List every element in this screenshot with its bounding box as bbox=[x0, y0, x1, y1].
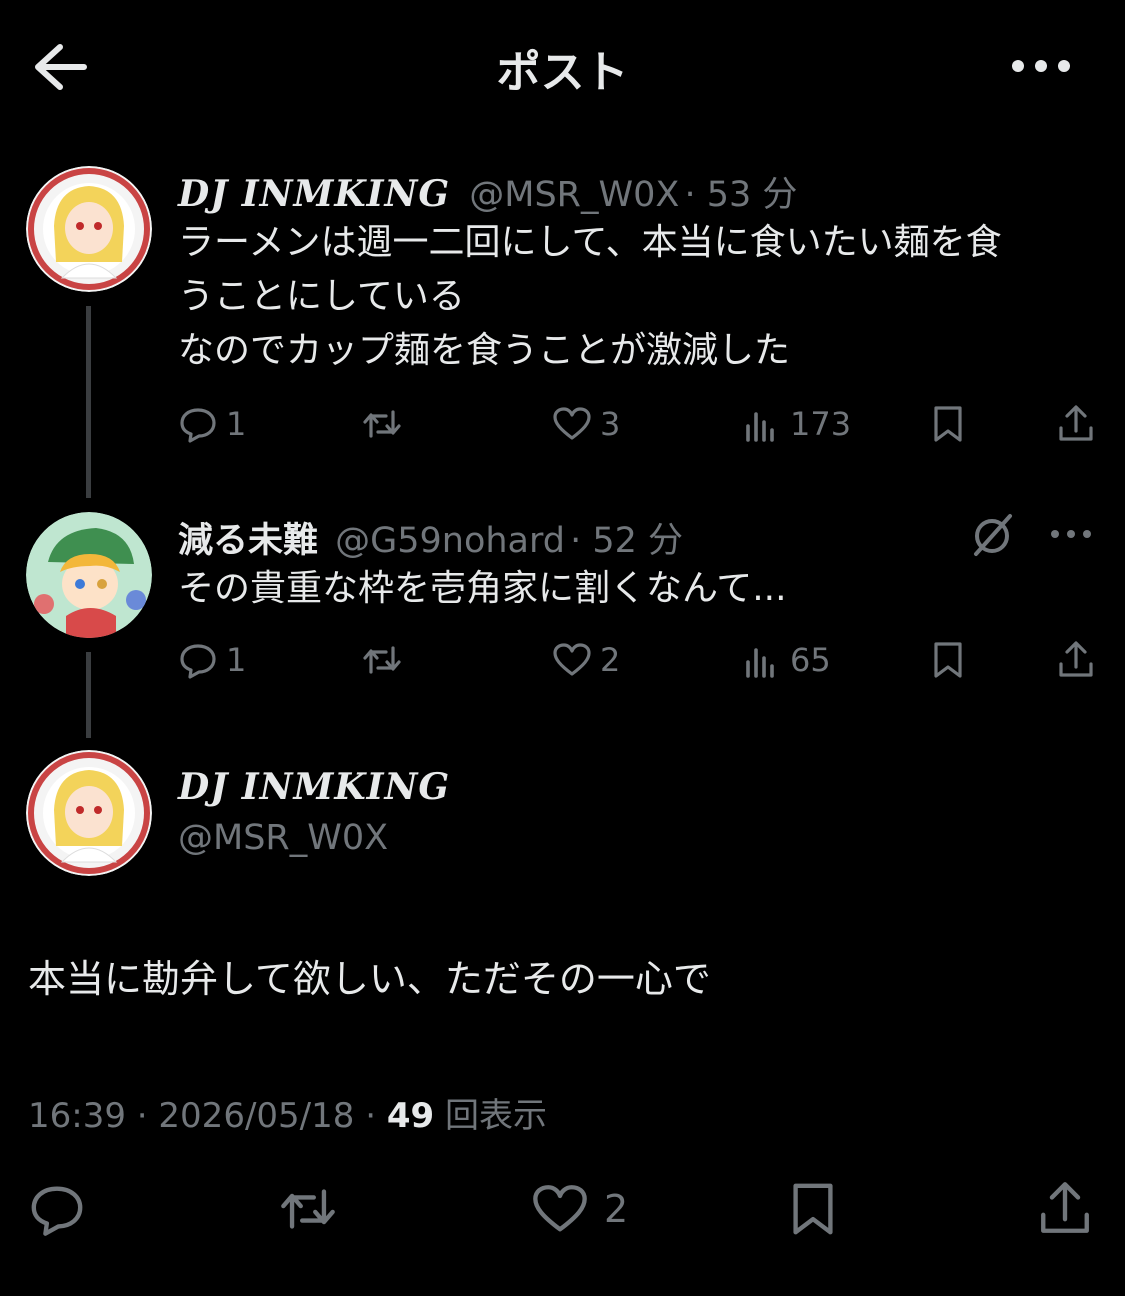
tweet-header: DJ INMKING @MSR_W0X · 53 分 bbox=[178, 166, 797, 217]
like-button[interactable]: 2 bbox=[552, 640, 620, 680]
reply-icon bbox=[178, 404, 218, 444]
tweet-text-line: その貴重な枠を壱角家に割くなんて... bbox=[178, 568, 787, 609]
views-label: 回表示 bbox=[444, 1096, 547, 1136]
avatar[interactable] bbox=[26, 166, 152, 292]
timestamp[interactable]: · 52 分 bbox=[570, 521, 683, 561]
share-button[interactable] bbox=[1056, 404, 1096, 444]
views-button[interactable]: 65 bbox=[742, 640, 831, 680]
bookmark-icon bbox=[928, 640, 968, 680]
tweet-text: 本当に勘弁して欲しい、ただその一心で bbox=[28, 957, 711, 1001]
heart-icon bbox=[552, 404, 592, 444]
share-icon[interactable] bbox=[1036, 1180, 1094, 1238]
tweet-date[interactable]: 2026/05/18 bbox=[158, 1096, 354, 1136]
tweet-text-line: なのでカップ麺を食うことが激減した bbox=[178, 330, 791, 371]
share-icon bbox=[1056, 404, 1096, 444]
reply-count: 1 bbox=[226, 405, 247, 443]
tweet-text: ラーメンは週一二回にして、本当に食いたい麺を食 うことにしている なのでカップ麺… bbox=[178, 216, 1002, 378]
view-count: 173 bbox=[790, 405, 852, 443]
page-title: ポスト bbox=[496, 47, 629, 98]
like-count: 3 bbox=[600, 405, 621, 443]
like-button[interactable]: 3 bbox=[552, 404, 620, 444]
share-button[interactable] bbox=[1056, 640, 1096, 680]
display-name[interactable]: 減る未難 bbox=[178, 521, 318, 561]
tweet-time[interactable]: 16:39 bbox=[28, 1096, 126, 1136]
thread-line bbox=[86, 306, 91, 498]
tweet-text-line: うことにしている bbox=[178, 276, 465, 317]
like-button[interactable]: 2 bbox=[530, 1180, 628, 1238]
display-name[interactable]: DJ INMKING bbox=[178, 766, 450, 808]
bookmark-icon[interactable] bbox=[784, 1180, 842, 1238]
retweet-button[interactable] bbox=[362, 404, 402, 444]
analytics-icon bbox=[742, 640, 782, 680]
tweet-text: その貴重な枠を壱角家に割くなんて... bbox=[178, 562, 787, 616]
thread-line bbox=[86, 652, 91, 738]
tweet-header: 減る未難 @G59nohard · 52 分 bbox=[178, 512, 683, 563]
like-count: 2 bbox=[600, 641, 621, 679]
avatar[interactable] bbox=[26, 512, 152, 638]
analytics-icon bbox=[742, 404, 782, 444]
tweet-text-line: ラーメンは週一二回にして、本当に食いたい麺を食 bbox=[178, 222, 1002, 263]
reply-count: 1 bbox=[226, 641, 247, 679]
view-count: 65 bbox=[790, 641, 831, 679]
reply-icon[interactable] bbox=[28, 1180, 86, 1238]
grok-icon[interactable] bbox=[970, 512, 1016, 558]
bookmark-button[interactable] bbox=[928, 640, 968, 680]
view-count: 49 bbox=[386, 1096, 435, 1136]
bookmark-icon bbox=[928, 404, 968, 444]
like-count: 2 bbox=[604, 1187, 629, 1231]
share-icon bbox=[1056, 640, 1096, 680]
timestamp[interactable]: · 53 分 bbox=[684, 175, 797, 215]
heart-icon bbox=[552, 640, 592, 680]
retweet-icon[interactable] bbox=[276, 1180, 340, 1238]
reply-button[interactable]: 1 bbox=[178, 404, 246, 444]
display-name[interactable]: DJ INMKING bbox=[178, 173, 450, 215]
reply-button[interactable]: 1 bbox=[178, 640, 246, 680]
handle[interactable]: @G59nohard bbox=[335, 521, 565, 561]
reply-icon bbox=[178, 640, 218, 680]
retweet-button[interactable] bbox=[362, 640, 402, 680]
views-button[interactable]: 173 bbox=[742, 404, 851, 444]
avatar[interactable] bbox=[26, 750, 152, 876]
bookmark-button[interactable] bbox=[928, 404, 968, 444]
retweet-icon bbox=[362, 640, 402, 680]
more-icon[interactable] bbox=[1010, 54, 1072, 78]
heart-icon bbox=[530, 1180, 590, 1238]
tweet-meta: 16:39 · 2026/05/18 · 49 回表示 bbox=[28, 1096, 547, 1136]
handle[interactable]: @MSR_W0X bbox=[178, 818, 388, 858]
handle[interactable]: @MSR_W0X bbox=[469, 175, 679, 215]
more-icon[interactable] bbox=[1050, 526, 1092, 542]
retweet-icon bbox=[362, 404, 402, 444]
